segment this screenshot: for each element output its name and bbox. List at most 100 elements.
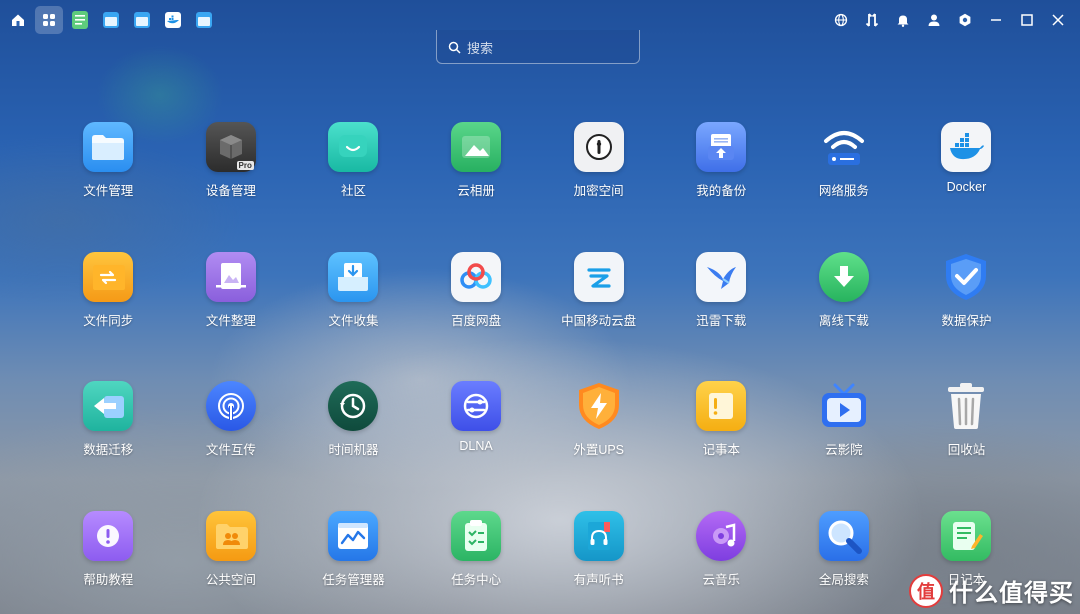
window-icon	[134, 12, 150, 28]
globe-icon	[834, 13, 848, 27]
app-cloud-album[interactable]: 云相册	[415, 122, 538, 252]
app-data-protection[interactable]: 数据保护	[905, 252, 1028, 382]
app-dlna[interactable]: DLNA	[415, 381, 538, 511]
clipboard-check-icon	[451, 510, 502, 561]
app-label: 文件整理	[205, 313, 256, 328]
app-file-manager[interactable]: 文件管理	[47, 122, 170, 252]
home-button[interactable]	[4, 6, 32, 34]
close-button[interactable]	[1044, 6, 1072, 34]
lock-vault-icon	[573, 122, 624, 172]
taskbar-window-3[interactable]	[190, 6, 218, 34]
app-docker[interactable]: Docker	[905, 122, 1028, 252]
scan-image-icon	[205, 251, 256, 302]
app-label: 数据迁移	[83, 443, 134, 457]
notifications-button[interactable]	[889, 6, 917, 34]
user-button[interactable]	[920, 6, 948, 34]
app-device-manager[interactable]: Pro 设备管理	[170, 122, 293, 252]
app-public-space[interactable]: 公共空间	[170, 510, 293, 614]
search-bar[interactable]: 搜索	[436, 30, 640, 64]
lightning-shield-icon	[574, 381, 624, 431]
maximize-button[interactable]	[1013, 6, 1041, 34]
app-grid: 文件管理 Pro 设备管理 社区 云相册 加密空间 我的备份 网络服务 Dock…	[47, 122, 1028, 614]
app-time-machine[interactable]: 时间机器	[292, 381, 415, 511]
app-label: 云音乐	[702, 572, 741, 587]
photo-mountain-icon	[451, 122, 502, 172]
app-network-service[interactable]: 网络服务	[783, 122, 906, 252]
app-label: 时间机器	[328, 443, 379, 457]
taskbar-notepad[interactable]	[66, 6, 94, 34]
watermark-logo: 值	[909, 573, 943, 608]
app-cloud-music[interactable]: 云音乐	[660, 510, 783, 614]
app-label: 任务中心	[451, 572, 502, 587]
taskbar-docker[interactable]	[159, 6, 187, 34]
tv-play-icon	[819, 381, 869, 431]
app-task-center[interactable]: 任务中心	[415, 510, 538, 614]
app-label: 云影院	[825, 443, 863, 457]
magnifier-icon	[818, 510, 869, 561]
airdrop-icon	[205, 381, 256, 431]
app-china-mobile-cloud[interactable]: 中国移动云盘	[537, 251, 660, 382]
app-data-migration[interactable]: 数据迁移	[47, 381, 170, 511]
minimize-button[interactable]	[982, 6, 1010, 34]
settings-icon	[959, 13, 971, 27]
shared-folder-icon	[205, 510, 256, 561]
app-notepad[interactable]: 记事本	[660, 381, 783, 511]
user-icon	[928, 14, 940, 26]
apps-grid-icon	[43, 14, 55, 26]
help-bubble-icon	[83, 510, 134, 561]
bird-icon	[696, 251, 747, 302]
docker-whale-icon	[941, 122, 992, 172]
dlna-icon	[451, 381, 502, 431]
chart-window-icon	[328, 510, 379, 561]
transfer-button[interactable]	[858, 6, 886, 34]
mobile-cloud-icon	[573, 251, 624, 302]
app-label: 加密空间	[573, 184, 624, 198]
app-cloud-cinema[interactable]: 云影院	[783, 381, 906, 511]
language-button[interactable]	[827, 6, 855, 34]
app-label: 文件管理	[83, 184, 134, 198]
apps-button[interactable]	[35, 6, 63, 34]
app-label: 社区	[340, 184, 366, 198]
app-my-backup[interactable]: 我的备份	[660, 122, 783, 252]
search-icon	[448, 41, 461, 54]
app-baidu-netdisk[interactable]: 百度网盘	[415, 251, 538, 382]
app-recycle-bin[interactable]: 回收站	[905, 381, 1028, 511]
app-community[interactable]: 社区	[292, 122, 415, 252]
window-icon	[196, 12, 212, 28]
device-box-icon: Pro	[205, 122, 256, 172]
taskbar-window-2[interactable]	[128, 6, 156, 34]
app-label: 网络服务	[818, 184, 869, 198]
app-label: 文件同步	[83, 313, 134, 328]
maximize-icon	[1021, 14, 1033, 26]
app-label: DLNA	[459, 439, 493, 453]
app-label: 文件互传	[205, 443, 256, 457]
shield-check-icon	[941, 252, 991, 302]
app-file-organize[interactable]: 文件整理	[170, 251, 293, 382]
note-icon	[696, 381, 747, 431]
chat-smile-icon	[328, 122, 379, 172]
app-offline-download[interactable]: 离线下载	[783, 251, 906, 382]
app-label: 公共空间	[205, 572, 256, 587]
app-file-collect[interactable]: 文件收集	[292, 251, 415, 382]
pro-badge: Pro	[236, 161, 254, 170]
app-file-sync[interactable]: 文件同步	[47, 251, 170, 382]
settings-button[interactable]	[951, 6, 979, 34]
app-label: 百度网盘	[451, 313, 502, 328]
taskbar-window-1[interactable]	[97, 6, 125, 34]
app-label: 全局搜索	[818, 572, 869, 587]
app-task-manager[interactable]: 任务管理器	[292, 510, 415, 614]
transfer-icon	[865, 13, 879, 27]
app-label: 数据保护	[941, 313, 992, 328]
app-label: 记事本	[702, 443, 741, 457]
app-xunlei-download[interactable]: 迅雷下载	[660, 251, 783, 382]
app-global-search[interactable]: 全局搜索	[783, 510, 906, 614]
clock-history-icon	[328, 381, 379, 431]
home-icon	[12, 14, 24, 26]
app-encrypted-space[interactable]: 加密空间	[537, 122, 660, 252]
watermark: 值 什么值得买	[909, 573, 1074, 608]
app-file-transfer[interactable]: 文件互传	[170, 381, 293, 511]
app-help-tutorial[interactable]: 帮助教程	[47, 510, 170, 614]
wifi-router-icon	[819, 122, 869, 172]
app-external-ups[interactable]: 外置UPS	[537, 381, 660, 511]
app-audiobook[interactable]: 有声听书	[537, 510, 660, 614]
